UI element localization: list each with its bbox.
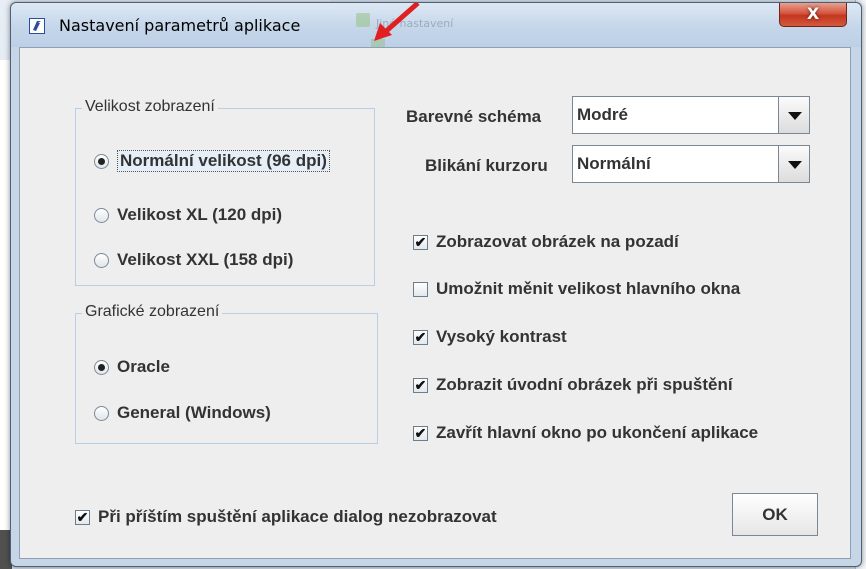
checkbox-label: Vysoký kontrast	[436, 327, 567, 346]
checkbox-background-image[interactable]: ✔ Zobrazovat obrázek na pozadí	[413, 232, 679, 252]
cursor-blink-select[interactable]: Normální	[572, 145, 810, 183]
color-scheme-label: Barevné schéma	[406, 107, 542, 126]
checkbox[interactable]	[413, 281, 428, 297]
ok-button[interactable]: OK	[732, 493, 818, 536]
radio-label: Normální velikost (96 dpi)	[117, 150, 330, 172]
chevron-down-icon[interactable]	[778, 146, 809, 182]
radio-button[interactable]	[94, 153, 109, 169]
color-scheme-select[interactable]: Modré	[572, 96, 810, 134]
checkbox[interactable]: ✔	[413, 329, 428, 345]
close-button[interactable]: X	[779, 3, 847, 27]
checkbox[interactable]: ✔	[413, 425, 428, 441]
radio-label: Velikost XL (120 dpi)	[117, 205, 283, 224]
checkbox[interactable]: ✔	[413, 377, 428, 393]
dialog-title: Nastavení parametrů aplikace	[59, 16, 301, 35]
chevron-down-icon[interactable]	[778, 97, 809, 133]
graphics-group: Grafické zobrazení Oracle General (Windo…	[75, 303, 378, 444]
checkbox-high-contrast[interactable]: ✔ Vysoký kontrast	[413, 327, 567, 347]
radio-label: Velikost XXL (158 dpi)	[117, 250, 294, 269]
radio-size-xxl[interactable]: Velikost XXL (158 dpi)	[94, 250, 293, 270]
cursor-blink-label: Blikání kurzoru	[425, 156, 548, 175]
radio-button[interactable]	[94, 252, 109, 268]
color-scheme-value: Modré	[577, 105, 628, 124]
checkbox-label: Umožnit měnit velikost hlavního okna	[436, 279, 741, 298]
checkbox-label: Při příštím spuštění aplikace dialog nez…	[98, 507, 497, 526]
checkbox[interactable]: ✔	[413, 234, 428, 250]
close-icon: X	[806, 4, 820, 23]
checkbox-resizable-window[interactable]: Umožnit měnit velikost hlavního okna	[413, 279, 740, 299]
radio-label: General (Windows)	[117, 403, 271, 422]
checkbox-close-main-window[interactable]: ✔ Zavřít hlavní okno po ukončení aplikac…	[413, 423, 758, 443]
radio-general-windows[interactable]: General (Windows)	[94, 403, 271, 423]
radio-button[interactable]	[94, 359, 109, 375]
dialog-content: Velikost zobrazení Normální velikost (96…	[19, 47, 851, 559]
annotation-arrow-icon	[374, 3, 420, 41]
radio-normal-size[interactable]: Normální velikost (96 dpi)	[94, 150, 330, 172]
checkbox-label: Zobrazovat obrázek na pozadí	[436, 232, 679, 251]
display-size-title: Velikost zobrazení	[82, 98, 218, 116]
settings-dialog: Nastavení parametrů aplikace Jiné nastav…	[10, 2, 862, 567]
checkbox[interactable]: ✔	[75, 509, 90, 525]
graphics-title: Grafické zobrazení	[82, 303, 223, 321]
radio-oracle[interactable]: Oracle	[94, 357, 170, 377]
radio-label: Oracle	[117, 357, 170, 376]
display-size-group: Velikost zobrazení Normální velikost (96…	[75, 98, 375, 286]
checkbox-label: Zobrazit úvodní obrázek při spuštění	[436, 375, 733, 394]
checkbox-dont-show-again[interactable]: ✔ Při příštím spuštění aplikace dialog n…	[75, 507, 497, 527]
checkbox-splash-image[interactable]: ✔ Zobrazit úvodní obrázek při spuštění	[413, 375, 733, 395]
app-icon	[29, 18, 45, 34]
radio-button[interactable]	[94, 207, 109, 223]
cursor-blink-value: Normální	[577, 154, 651, 173]
checkbox-label: Zavřít hlavní okno po ukončení aplikace	[436, 423, 759, 442]
title-bar[interactable]: Nastavení parametrů aplikace Jiné nastav…	[11, 3, 861, 47]
radio-size-xl[interactable]: Velikost XL (120 dpi)	[94, 205, 282, 225]
radio-button[interactable]	[94, 405, 109, 421]
